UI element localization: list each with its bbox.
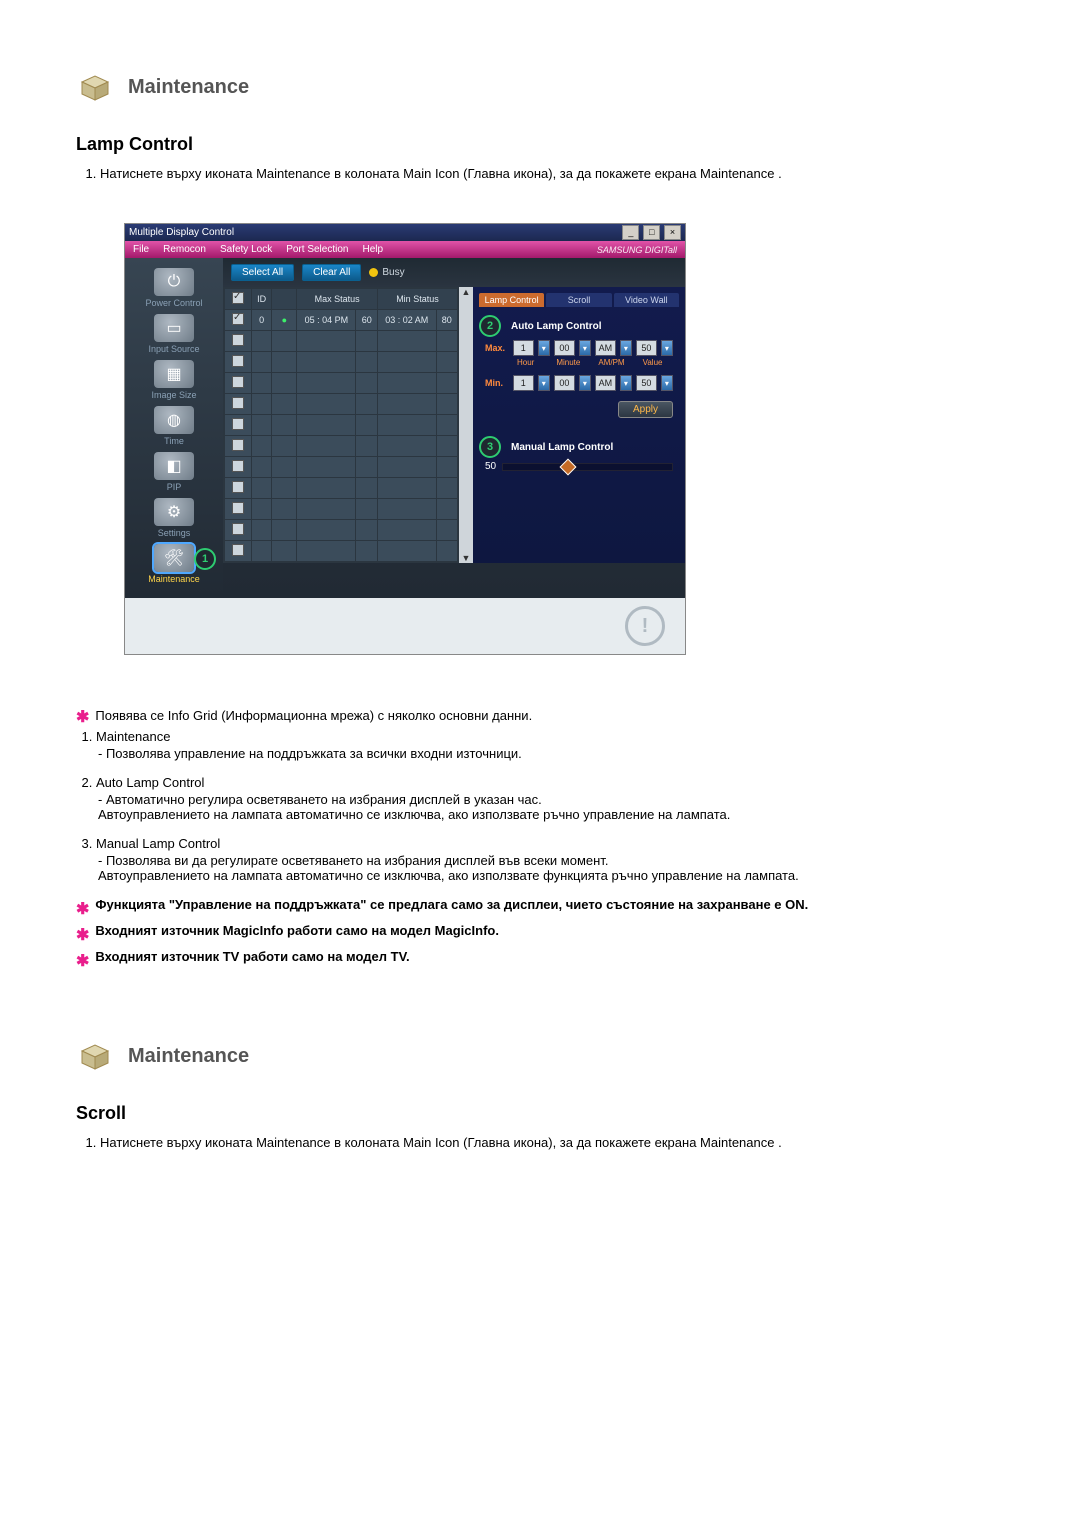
- table-row: [225, 499, 458, 520]
- table-row: [225, 352, 458, 373]
- busy-dot-icon: [369, 268, 378, 277]
- min-minute[interactable]: 00: [554, 375, 575, 391]
- table-row: 0 ● 05 : 04 PM 60 03 : 02 AM 80: [225, 310, 458, 331]
- table-row: [225, 394, 458, 415]
- box-icon: [76, 70, 114, 104]
- sidebar-item-input[interactable]: ▭Input Source: [136, 314, 212, 354]
- sidebar-item-pip[interactable]: ◧PIP: [136, 452, 212, 492]
- min-value[interactable]: 50: [636, 375, 657, 391]
- star-icon: ✱: [76, 709, 89, 726]
- menubar: File Remocon Safety Lock Port Selection …: [125, 241, 685, 258]
- subtitle: Scroll: [76, 1103, 1004, 1124]
- tab-lamp-control[interactable]: Lamp Control: [479, 293, 544, 307]
- max-minute[interactable]: 00: [554, 340, 575, 356]
- select-all-button[interactable]: Select All: [231, 264, 294, 281]
- notes: ✱Появява се Info Grid (Информационна мре…: [76, 705, 1004, 969]
- star-icon: ✱: [76, 925, 89, 945]
- slider-thumb-icon[interactable]: [560, 458, 577, 475]
- star-icon: ✱: [76, 951, 89, 971]
- close-button[interactable]: ×: [664, 225, 681, 240]
- col-id: ID: [252, 289, 272, 310]
- callout-1: 1: [194, 548, 216, 570]
- table-row: [225, 373, 458, 394]
- app-title: Multiple Display Control: [129, 227, 234, 238]
- app-window: Multiple Display Control _ □ × File Remo…: [124, 223, 686, 655]
- info-grid: ID Max Status Min Status 0 ● 05 : 04 P: [223, 287, 459, 563]
- table-row: [225, 415, 458, 436]
- table-row: [225, 331, 458, 352]
- sidebar-item-time[interactable]: ◍Time: [136, 406, 212, 446]
- table-row: [225, 436, 458, 457]
- right-panel: Lamp Control Scroll Video Wall 2 Auto La…: [473, 287, 685, 563]
- auto-lamp-heading: Auto Lamp Control: [511, 321, 673, 332]
- max-hour[interactable]: 1: [513, 340, 534, 356]
- row-checkbox[interactable]: [232, 313, 244, 325]
- tab-video-wall[interactable]: Video Wall: [614, 293, 679, 307]
- manual-slider[interactable]: [502, 463, 673, 471]
- sidebar-item-power[interactable]: ⏻Power Control: [136, 268, 212, 308]
- tab-scroll[interactable]: Scroll: [546, 293, 611, 307]
- table-row: [225, 541, 458, 562]
- sidebar-item-image[interactable]: ▦Image Size: [136, 360, 212, 400]
- min-ampm[interactable]: AM: [595, 375, 616, 391]
- info-icon[interactable]: !: [625, 606, 665, 646]
- menu-help[interactable]: Help: [362, 244, 383, 255]
- toolbar: Select All Clear All Busy: [223, 258, 685, 287]
- table-row: [225, 520, 458, 541]
- maximize-button[interactable]: □: [643, 225, 660, 240]
- section-heading: Maintenance: [128, 76, 249, 99]
- col-min: Min Status: [377, 289, 457, 310]
- sidebar: ⏻Power Control ▭Input Source ▦Image Size…: [125, 258, 223, 598]
- subtitle: Lamp Control: [76, 134, 1004, 155]
- app-footer: !: [125, 598, 685, 654]
- header-checkbox[interactable]: [232, 292, 244, 304]
- brand: SAMSUNG DIGITall: [597, 245, 677, 255]
- dropdown-icon[interactable]: ▾: [538, 340, 550, 356]
- callout-3: 3: [479, 436, 501, 458]
- clear-all-button[interactable]: Clear All: [302, 264, 361, 281]
- callout-2: 2: [479, 315, 501, 337]
- menu-file[interactable]: File: [133, 244, 149, 255]
- section-heading: Maintenance: [128, 1045, 249, 1068]
- intro-text: Натиснете върху иконата Maintenance в ко…: [100, 1134, 1004, 1152]
- star-icon: ✱: [76, 899, 89, 919]
- scrollbar[interactable]: ▲▼: [459, 287, 473, 563]
- menu-port-selection[interactable]: Port Selection: [286, 244, 348, 255]
- intro-text: Натиснете върху иконата Maintenance в ко…: [100, 165, 1004, 183]
- sidebar-item-settings[interactable]: ⚙Settings: [136, 498, 212, 538]
- max-value[interactable]: 50: [636, 340, 657, 356]
- manual-lamp-heading: Manual Lamp Control: [511, 442, 673, 453]
- menu-safety-lock[interactable]: Safety Lock: [220, 244, 272, 255]
- min-label: Min.: [485, 378, 509, 388]
- box-icon: [76, 1039, 114, 1073]
- max-ampm[interactable]: AM: [595, 340, 616, 356]
- slider-value: 50: [485, 461, 496, 472]
- apply-button[interactable]: Apply: [618, 401, 673, 418]
- col-max: Max Status: [297, 289, 378, 310]
- busy-indicator: Busy: [369, 267, 404, 278]
- min-hour[interactable]: 1: [513, 375, 534, 391]
- table-row: [225, 478, 458, 499]
- minimize-button[interactable]: _: [622, 225, 639, 240]
- menu-remocon[interactable]: Remocon: [163, 244, 206, 255]
- sidebar-item-maintenance[interactable]: 🛠Maintenance 1: [136, 544, 212, 584]
- max-label: Max.: [485, 343, 509, 353]
- titlebar: Multiple Display Control _ □ ×: [125, 224, 685, 241]
- table-row: [225, 457, 458, 478]
